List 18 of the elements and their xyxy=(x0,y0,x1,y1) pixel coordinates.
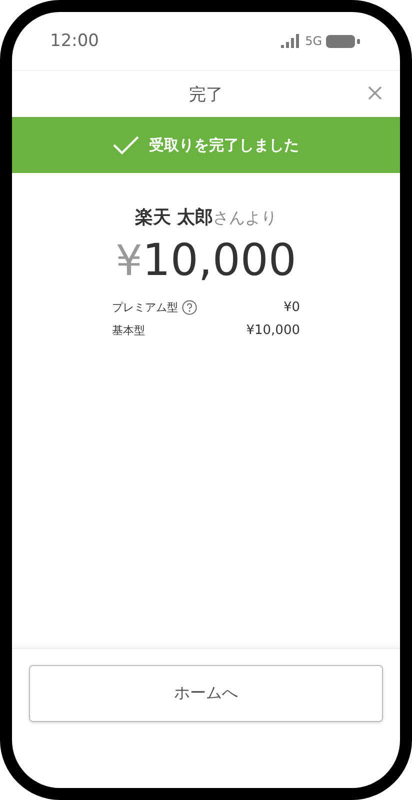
banner-message: 受取りを完了しました xyxy=(149,136,299,154)
signal-icon xyxy=(281,34,302,48)
checkmark-icon xyxy=(113,135,139,155)
close-button[interactable] xyxy=(368,86,382,100)
help-icon[interactable] xyxy=(182,300,197,315)
currency-symbol: ¥ xyxy=(116,236,142,285)
sender-name: 楽天 太郎 xyxy=(134,206,214,229)
battery-icon xyxy=(326,34,360,48)
page-title: 完了 xyxy=(189,84,223,106)
status-time: 12:00 xyxy=(50,31,99,51)
breakdown-label: 基本型 xyxy=(112,323,145,338)
sender-suffix: さんより xyxy=(213,208,278,229)
amount-value: 10,000 xyxy=(142,235,296,286)
breakdown-value: ¥0 xyxy=(283,300,300,315)
home-button[interactable]: ホームへ xyxy=(29,665,383,722)
breakdown-value: ¥10,000 xyxy=(246,323,300,338)
network-label: 5G xyxy=(305,34,322,48)
breakdown-label: プレミアム型 xyxy=(112,300,178,315)
